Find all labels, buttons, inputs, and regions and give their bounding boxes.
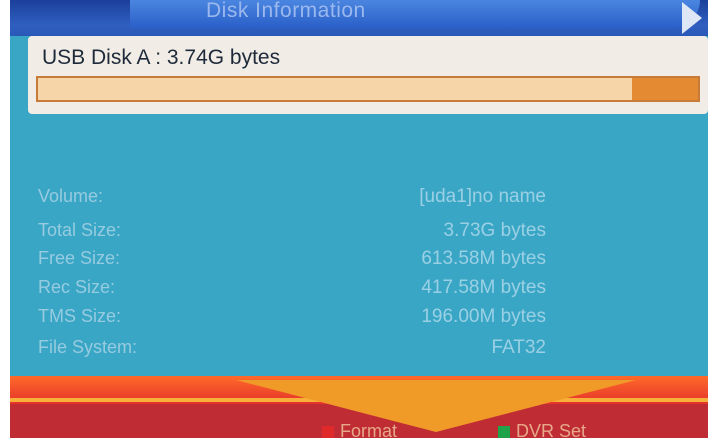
page-title: Disk Information — [206, 0, 366, 22]
green-key-icon — [498, 426, 510, 438]
disk-usage-bar — [36, 76, 700, 102]
dvr-set-label: DVR Set — [516, 421, 587, 438]
disk-usage-fill — [38, 78, 632, 100]
info-row-free-size: Free Size: 613.58M bytes — [10, 248, 708, 270]
file-system-value: FAT32 — [491, 337, 546, 358]
info-row-tms-size: TMS Size: 196.00M bytes — [10, 306, 708, 328]
tms-size-value: 196.00M bytes — [421, 306, 546, 327]
free-size-value: 613.58M bytes — [421, 248, 546, 269]
red-key-icon — [322, 426, 334, 438]
volume-value: [uda1]no name — [419, 186, 546, 207]
info-row-volume: Volume: [uda1]no name — [10, 186, 708, 208]
free-size-label: Free Size: — [38, 248, 121, 268]
info-row-rec-size: Rec Size: 417.58M bytes — [10, 277, 708, 299]
tv-screen: Disk Information USB Disk A : 3.74G byte… — [10, 0, 708, 438]
total-size-value: 3.73G bytes — [443, 220, 546, 241]
rec-size-label: Rec Size: — [38, 277, 116, 297]
info-row-total-size: Total Size: 3.73G bytes — [10, 220, 708, 242]
file-system-label: File System: — [38, 337, 138, 357]
disk-panel: USB Disk A : 3.74G bytes — [28, 36, 708, 114]
tms-size-label: TMS Size: — [38, 306, 122, 326]
info-row-file-system: File System: FAT32 — [10, 337, 708, 359]
title-band: Disk Information — [10, 0, 708, 36]
volume-label: Volume: — [38, 186, 104, 206]
format-button[interactable]: Format — [322, 420, 397, 438]
chevron-right-icon — [682, 2, 702, 34]
dvr-set-button[interactable]: DVR Set — [498, 420, 586, 438]
rec-size-value: 417.58M bytes — [421, 277, 546, 298]
total-size-label: Total Size: — [38, 220, 122, 240]
format-label: Format — [340, 421, 398, 438]
disk-label: USB Disk A : 3.74G bytes — [42, 46, 281, 69]
